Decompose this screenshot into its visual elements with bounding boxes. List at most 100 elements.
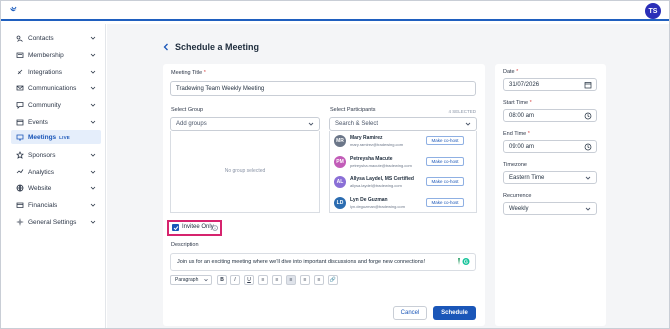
- recurrence-label: Recurrence: [503, 193, 532, 199]
- sidebar-item-label: Communications: [28, 84, 77, 92]
- chevron-down-icon: [90, 153, 96, 157]
- sidebar-item-analytics[interactable]: Analytics: [11, 165, 101, 179]
- participant-email: lyn.deguzman@tradewing.com: [350, 204, 405, 209]
- invitee-only-label[interactable]: Invitee Only: [182, 224, 214, 230]
- sidebar-item-label: Contacts: [28, 34, 54, 42]
- sidebar-item-label: Events: [28, 118, 48, 126]
- chevron-down-icon: [90, 70, 96, 74]
- recurrence-select[interactable]: Weekly: [503, 202, 597, 215]
- align-right-button[interactable]: ≡: [314, 275, 324, 285]
- clock-icon[interactable]: [584, 143, 592, 151]
- calendar-icon[interactable]: [584, 81, 592, 89]
- selected-count: 4 SELECTED: [448, 109, 476, 114]
- sidebar-item-label: Sponsors: [28, 151, 56, 159]
- make-cohost-button[interactable]: Make co-host: [426, 177, 464, 186]
- timezone-select[interactable]: Eastern Time: [503, 171, 597, 184]
- participant-avatar: AL: [334, 176, 346, 188]
- back-arrow-icon[interactable]: [162, 42, 170, 52]
- grammarly-icon[interactable]: G: [456, 257, 470, 266]
- align-left-button[interactable]: ≡: [286, 275, 296, 285]
- sidebar-item-label: Website: [28, 184, 52, 192]
- make-cohost-button[interactable]: Make co-host: [426, 198, 464, 207]
- chevron-down-icon: [585, 176, 591, 180]
- end-time-label-text: End Time: [503, 131, 527, 137]
- required-mark: *: [529, 100, 532, 106]
- end-time-value: 09:00 am: [509, 143, 535, 150]
- sidebar-item-label: Financials: [28, 201, 58, 209]
- membership-icon: [16, 52, 24, 58]
- cancel-button[interactable]: Cancel: [393, 306, 427, 320]
- participants-select[interactable]: Search & Select: [329, 117, 477, 131]
- sidebar-item-general-settings[interactable]: General Settings: [11, 215, 101, 229]
- make-cohost-button[interactable]: Make co-host: [426, 136, 464, 145]
- participant-avatar: LD: [334, 197, 346, 209]
- participant-name: Lyn De Guzman: [350, 197, 388, 203]
- date-label-text: Date: [503, 69, 515, 75]
- start-time-value: 08:00 am: [509, 112, 535, 119]
- italic-button[interactable]: I: [230, 275, 240, 285]
- date-input[interactable]: 31/07/2026: [503, 78, 597, 91]
- svg-text:G: G: [464, 259, 468, 265]
- sidebar-item-communications[interactable]: Communications: [11, 81, 101, 95]
- participant-avatar: MR: [334, 135, 346, 147]
- date-value: 31/07/2026: [509, 81, 540, 88]
- bold-button[interactable]: B: [217, 275, 227, 285]
- link-button[interactable]: 🔗: [328, 275, 338, 285]
- chevron-down-icon: [90, 53, 96, 57]
- invitee-only-checkbox[interactable]: [172, 224, 179, 231]
- tradewing-logo-icon[interactable]: [8, 5, 20, 17]
- clock-icon[interactable]: [584, 112, 592, 120]
- participant-name: Mary Ramirez: [350, 135, 383, 141]
- bulleted-list-button[interactable]: ≡: [258, 275, 268, 285]
- description-label: Description: [171, 242, 199, 248]
- underline-button[interactable]: U: [244, 275, 254, 285]
- align-center-button[interactable]: ≡: [300, 275, 310, 285]
- end-time-label: End Time *: [503, 131, 530, 137]
- date-label: Date *: [503, 69, 518, 75]
- sidebar-item-meetings[interactable]: Meetings LIVE: [11, 130, 101, 144]
- chevron-down-icon: [585, 207, 591, 211]
- chevron-down-icon: [90, 120, 96, 124]
- start-time-label-text: Start Time: [503, 100, 529, 106]
- chevron-down-icon: [204, 279, 208, 282]
- sidebar-item-events[interactable]: Events: [11, 115, 101, 129]
- meeting-title-input[interactable]: Tradewing Team Weekly Meeting: [170, 81, 476, 96]
- required-mark: *: [516, 69, 519, 75]
- chevron-down-icon: [90, 170, 96, 174]
- required-mark: *: [527, 131, 530, 137]
- communications-icon: [16, 85, 24, 91]
- required-mark: *: [203, 70, 206, 76]
- participant-email: allysa.laydel@tradewing.com: [350, 183, 402, 188]
- sidebar-item-contacts[interactable]: Contacts: [11, 31, 101, 45]
- sidebar-item-community[interactable]: Community: [11, 98, 101, 112]
- participant-avatar: PM: [334, 156, 346, 168]
- live-badge: LIVE: [59, 134, 70, 140]
- start-time-input[interactable]: 08:00 am: [503, 109, 597, 122]
- sidebar-item-label: Analytics: [28, 168, 55, 176]
- chevron-down-icon: [90, 103, 96, 107]
- chevron-down-icon: [90, 36, 96, 40]
- paragraph-style-select[interactable]: Paragraph: [170, 275, 212, 285]
- user-avatar[interactable]: TS: [645, 3, 661, 19]
- end-time-input[interactable]: 09:00 am: [503, 140, 597, 153]
- sidebar-item-website[interactable]: Website: [11, 181, 101, 195]
- sidebar-item-sponsors[interactable]: Sponsors: [11, 148, 101, 162]
- sidebar-item-integrations[interactable]: Integrations: [11, 65, 101, 79]
- make-cohost-button[interactable]: Make co-host: [426, 157, 464, 166]
- page-title: Schedule a Meeting: [175, 42, 260, 52]
- group-select[interactable]: Add groups: [170, 117, 320, 131]
- integrations-icon: [17, 69, 23, 75]
- chevron-down-icon: [90, 203, 96, 207]
- schedule-button[interactable]: Schedule: [433, 306, 476, 320]
- website-icon: [16, 184, 24, 192]
- participant-email: petreysha.macute@tradewing.com: [350, 163, 412, 168]
- select-group-label: Select Group: [171, 107, 204, 113]
- sidebar-item-membership[interactable]: Membership: [11, 48, 101, 62]
- description-text: Join us for an exciting meeting where we…: [177, 259, 426, 265]
- numbered-list-button[interactable]: ≡: [272, 275, 282, 285]
- timezone-value: Eastern Time: [509, 174, 545, 181]
- top-bar: TS: [1, 1, 669, 21]
- start-time-label: Start Time *: [503, 100, 532, 106]
- sidebar-item-financials[interactable]: Financials: [11, 198, 101, 212]
- info-icon[interactable]: [212, 225, 218, 231]
